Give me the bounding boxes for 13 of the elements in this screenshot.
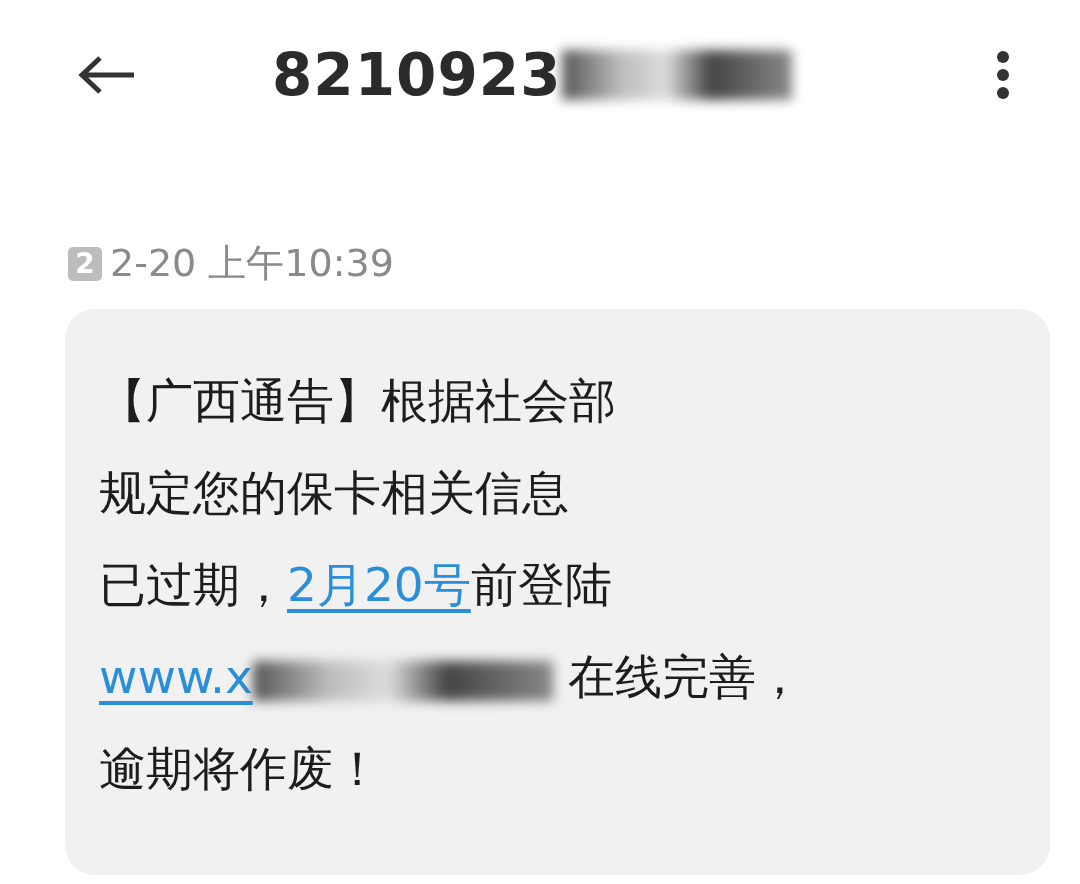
message-text: 逾期将作废！ bbox=[99, 741, 381, 796]
message-text: 在线完善， bbox=[566, 649, 803, 704]
message-text: 已过期， bbox=[99, 557, 287, 612]
sim-badge: 2 bbox=[68, 246, 102, 281]
message-link[interactable]: 2月20号 bbox=[287, 557, 471, 612]
back-icon[interactable] bbox=[78, 55, 136, 95]
message-text: 【广西通告】根据社会部 bbox=[99, 373, 616, 428]
message-text: 规定您的保卡相关信息 bbox=[99, 465, 569, 520]
contact-number: 8210923 bbox=[272, 41, 562, 109]
message-time: 2-20 上午10:39 bbox=[110, 240, 394, 287]
message-link[interactable]: www.x bbox=[99, 649, 553, 704]
message-text: 前登陆 bbox=[470, 557, 612, 612]
more-icon[interactable] bbox=[996, 50, 1010, 100]
